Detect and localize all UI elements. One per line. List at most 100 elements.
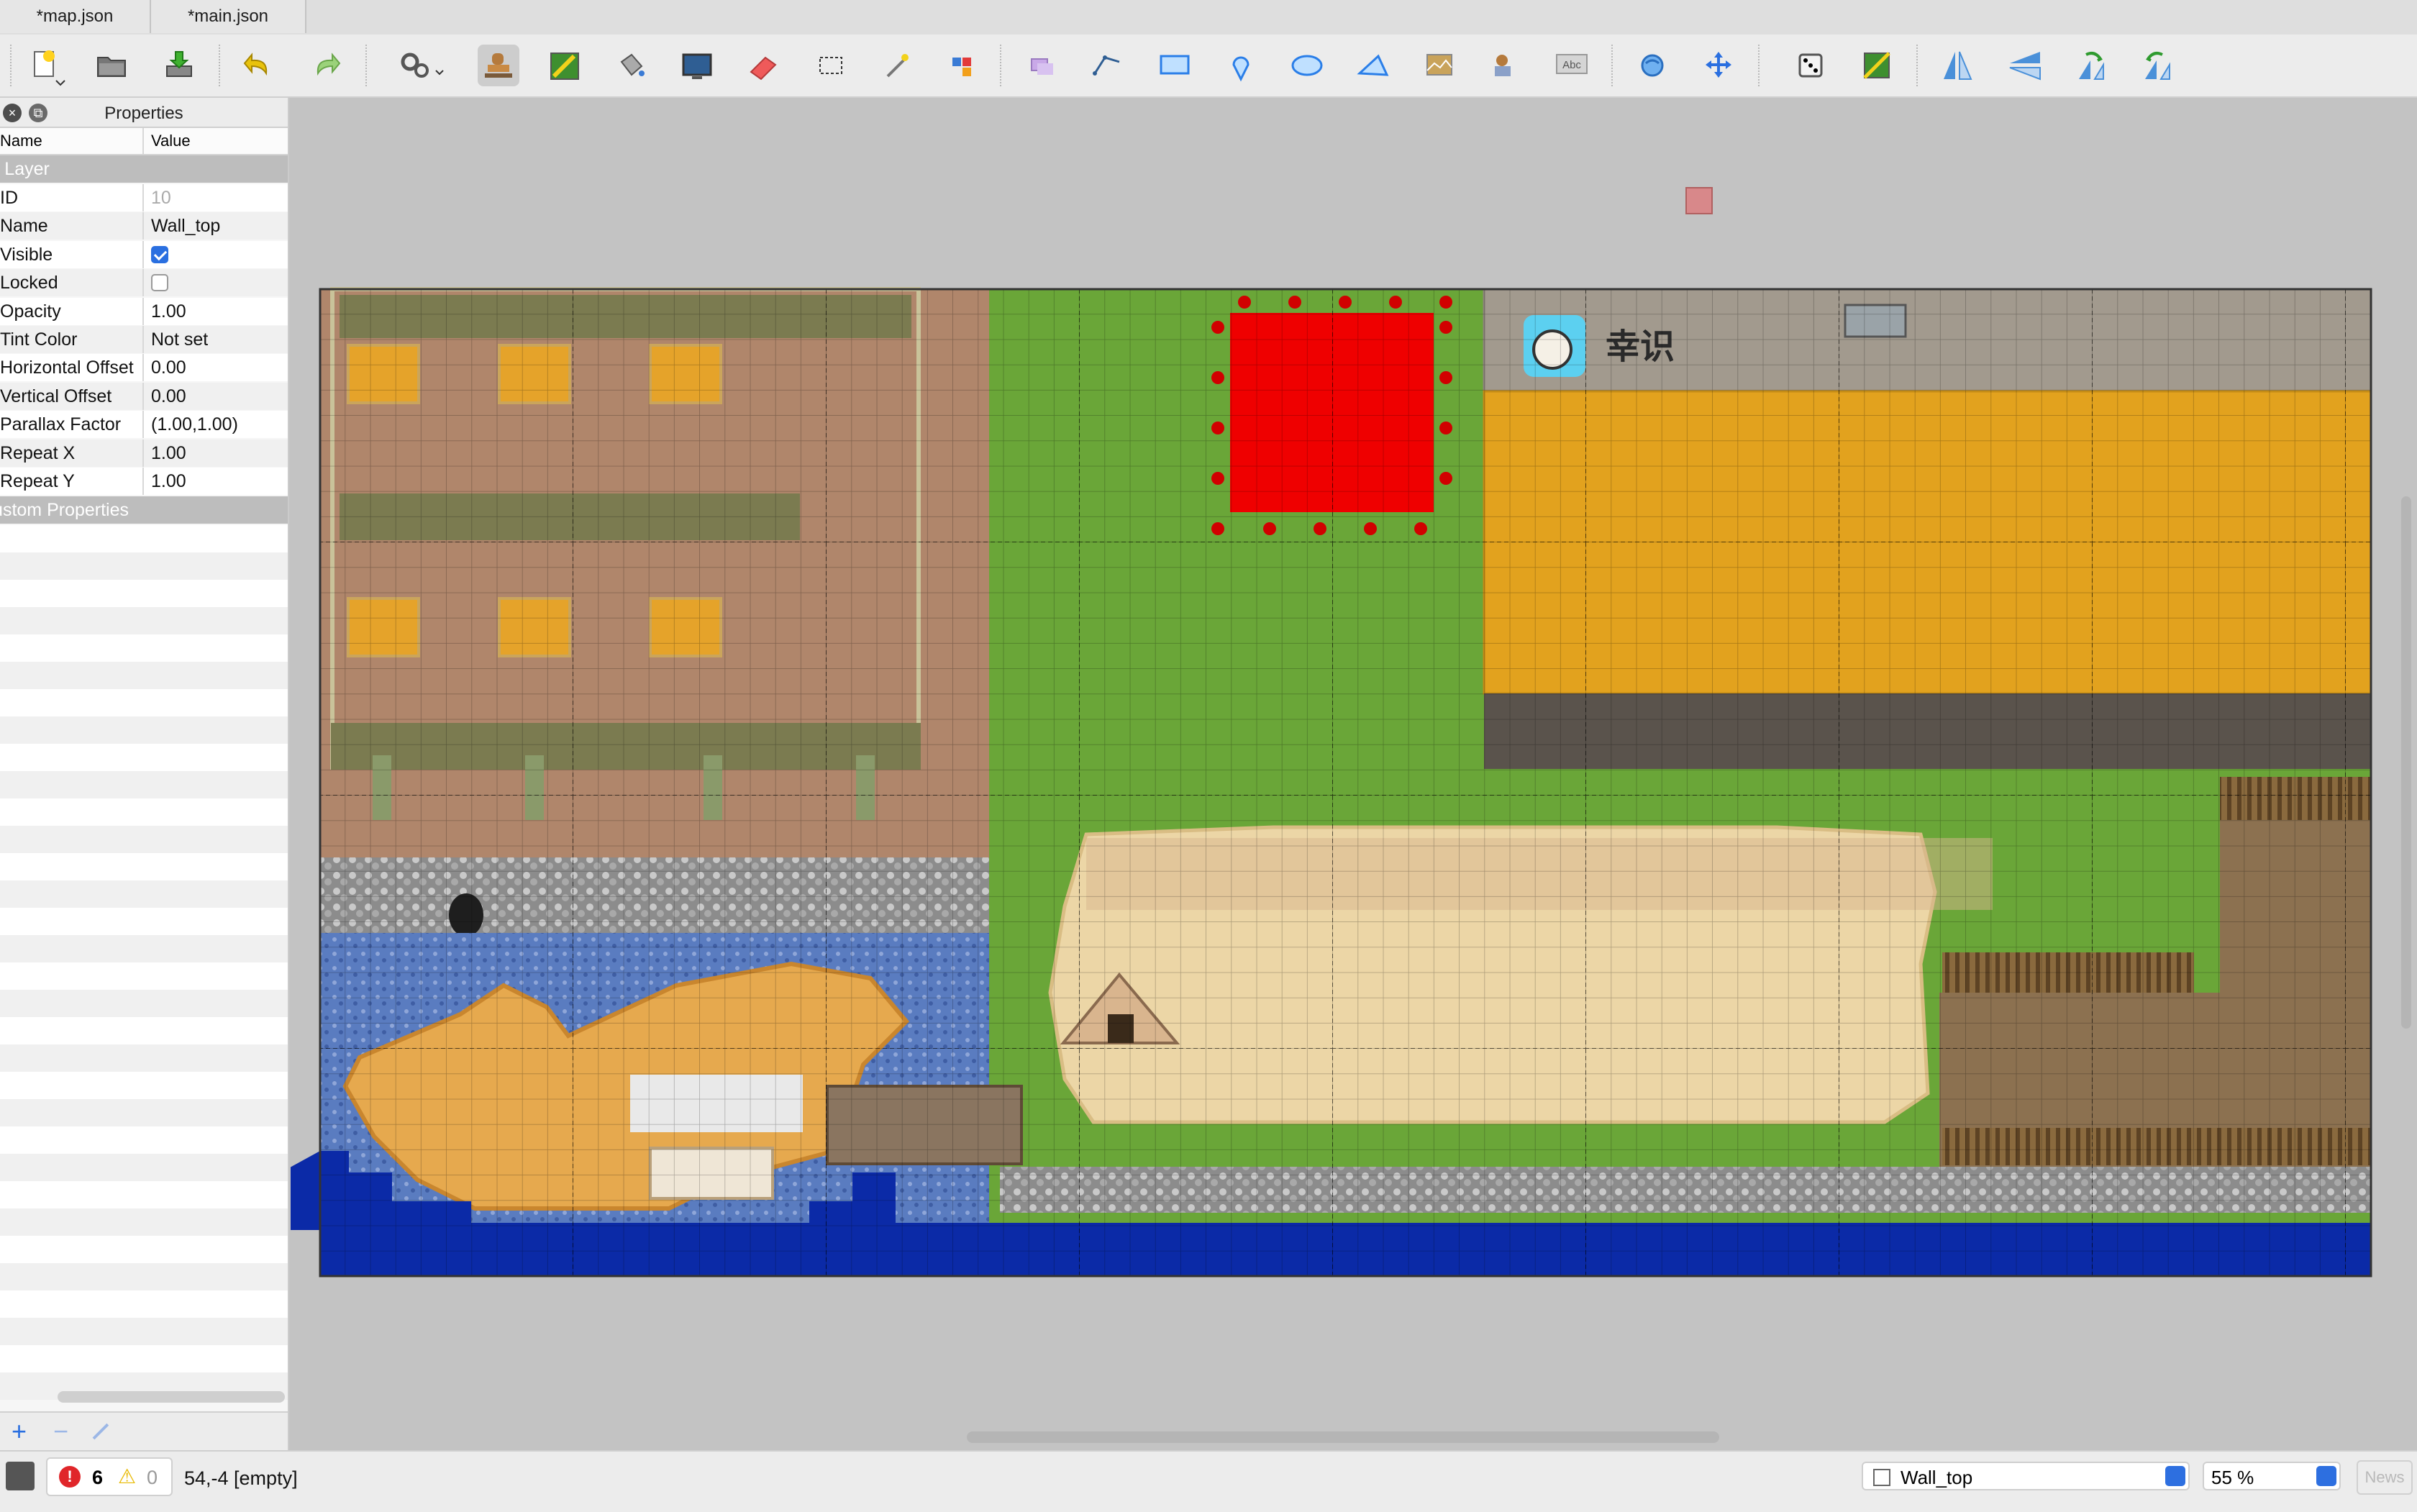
vertical-scrollbar[interactable] <box>2401 496 2411 1029</box>
property-row[interactable]: Name Wall_top <box>0 212 288 240</box>
property-row[interactable]: Tint Color Not set <box>0 326 288 353</box>
issues-box[interactable]: ! 6 ⚠ 0 <box>46 1457 173 1496</box>
insert-rectangle-icon[interactable] <box>1154 45 1196 86</box>
news-button[interactable]: News <box>2357 1460 2413 1495</box>
add-property-icon[interactable]: + <box>12 1418 27 1444</box>
edit-polygons-icon[interactable] <box>1086 45 1128 86</box>
flip-vertical-icon[interactable] <box>2004 45 2046 86</box>
empty-row <box>0 935 288 962</box>
layer-selector[interactable]: Wall_top <box>1862 1462 2190 1490</box>
rotate-left-icon[interactable] <box>2070 45 2112 86</box>
insert-template-icon[interactable] <box>1485 45 1526 86</box>
empty-row <box>0 798 288 826</box>
tab-main-json[interactable]: *main.json <box>151 0 306 33</box>
document-tabs: *map.json *main.json <box>0 0 2417 36</box>
empty-row <box>0 826 288 853</box>
property-row[interactable]: Parallax Factor (1.00,1.00) <box>0 411 288 439</box>
property-checkbox[interactable] <box>151 245 168 263</box>
world-tool-icon[interactable] <box>1631 45 1673 86</box>
select-objects-icon[interactable] <box>1021 45 1063 86</box>
empty-row <box>0 990 288 1017</box>
console-icon[interactable] <box>6 1462 35 1490</box>
property-row[interactable]: Repeat X 1.00 <box>0 439 288 467</box>
map-canvas[interactable]: 幸识 <box>291 98 2417 1450</box>
eraser-icon[interactable] <box>742 45 784 86</box>
empty-row <box>0 1236 288 1263</box>
column-name-label: Name <box>0 132 42 150</box>
random-mode-icon[interactable] <box>1790 45 1831 86</box>
property-row[interactable]: Vertical Offset 0.00 <box>0 382 288 410</box>
property-value[interactable]: (1.00,1.00) <box>151 411 238 438</box>
property-name: Repeat Y <box>0 471 75 491</box>
property-row[interactable]: Opacity 1.00 <box>0 297 288 325</box>
insert-text-icon[interactable]: Abc <box>1551 45 1593 86</box>
magic-wand-icon[interactable] <box>876 45 918 86</box>
properties-title: Properties <box>104 104 183 123</box>
properties-header: × ⧉ Properties <box>0 98 288 128</box>
empty-row <box>0 552 288 580</box>
properties-column-header: Name Value <box>0 128 288 155</box>
property-row[interactable]: ID 10 <box>0 184 288 211</box>
empty-row <box>0 1263 288 1290</box>
property-value[interactable]: Not set <box>151 326 208 353</box>
properties-panel: × ⧉ Properties Name Value Tile Layer ID 1… <box>0 98 289 1450</box>
property-value[interactable]: 10 <box>151 184 171 211</box>
property-row[interactable]: Locked <box>0 269 288 297</box>
property-name: Horizontal Offset <box>0 357 134 378</box>
shape-fill-icon[interactable] <box>676 45 718 86</box>
empty-row <box>0 580 288 607</box>
insert-ellipse-icon[interactable] <box>1286 45 1328 86</box>
property-value[interactable]: Wall_top <box>151 212 220 240</box>
warning-count: 0 <box>147 1467 158 1488</box>
move-tool-icon[interactable] <box>1698 45 1739 86</box>
properties-scrollbar[interactable] <box>58 1391 285 1403</box>
insert-point-icon[interactable] <box>1220 45 1262 86</box>
stamp-brush-icon[interactable] <box>478 45 519 86</box>
section-custom-properties[interactable]: Custom Properties <box>0 496 288 524</box>
wang-fill-icon[interactable] <box>1856 45 1898 86</box>
tile-map[interactable]: 幸识 <box>291 287 2372 1278</box>
remove-property-icon[interactable]: − <box>53 1418 68 1444</box>
tile-cursor-marker <box>1685 187 1713 214</box>
section-tile-layer[interactable]: Tile Layer <box>0 155 288 183</box>
map-view[interactable]: 幸识 <box>291 98 2417 1450</box>
property-value[interactable]: 1.00 <box>151 440 186 467</box>
insert-polygon-icon[interactable] <box>1352 45 1394 86</box>
rename-property-icon[interactable] <box>92 1423 109 1440</box>
undo-icon[interactable] <box>237 45 279 86</box>
flip-horizontal-icon[interactable] <box>1936 45 1978 86</box>
property-row[interactable]: Repeat Y 1.00 <box>0 468 288 495</box>
open-icon[interactable] <box>91 45 132 86</box>
property-value[interactable]: 0.00 <box>151 354 186 381</box>
rectangular-select-icon[interactable] <box>810 45 852 86</box>
terrain-brush-icon[interactable] <box>544 45 586 86</box>
empty-row <box>0 1318 288 1345</box>
bucket-fill-icon[interactable] <box>610 45 652 86</box>
warning-icon: ⚠ <box>118 1465 137 1488</box>
rotate-right-icon[interactable] <box>2136 45 2178 86</box>
zoom-selector[interactable]: 55 % <box>2203 1462 2341 1490</box>
property-value[interactable]: 0.00 <box>151 383 186 410</box>
tab-map-json[interactable]: *map.json <box>0 0 151 33</box>
empty-row <box>0 1208 288 1236</box>
property-name: ID <box>0 188 18 208</box>
property-checkbox[interactable] <box>151 274 168 292</box>
empty-row <box>0 1290 288 1318</box>
new-map-icon[interactable] <box>24 45 66 86</box>
empty-row <box>0 1126 288 1154</box>
empty-row <box>0 1044 288 1072</box>
empty-row <box>0 880 288 908</box>
commands-icon[interactable] <box>394 45 452 86</box>
empty-row <box>0 525 288 552</box>
column-value-label: Value <box>151 132 191 150</box>
horizontal-scrollbar[interactable] <box>967 1431 1719 1443</box>
select-same-tile-icon[interactable] <box>942 45 984 86</box>
property-value[interactable]: 1.00 <box>151 298 186 325</box>
property-value[interactable]: 1.00 <box>151 468 186 495</box>
save-icon[interactable] <box>158 45 200 86</box>
insert-tile-icon[interactable] <box>1419 45 1460 86</box>
property-row[interactable]: Horizontal Offset 0.00 <box>0 354 288 382</box>
property-row[interactable]: Visible <box>0 240 288 268</box>
redo-icon[interactable] <box>305 45 347 86</box>
status-bar: ! 6 ⚠ 0 54,-4 [empty] Wall_top 55 % News <box>0 1450 2417 1512</box>
